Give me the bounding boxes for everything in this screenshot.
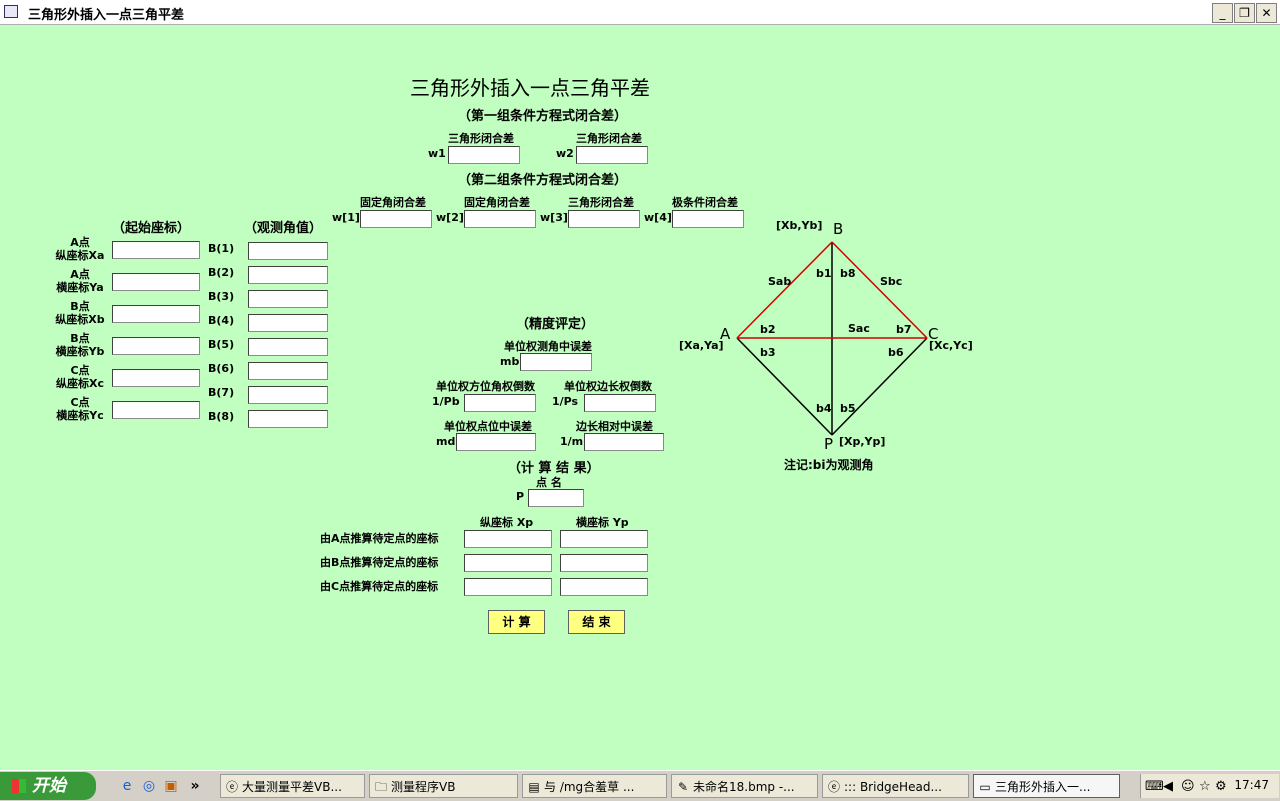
xc-yc-label: [Xc,Yc] <box>929 339 973 352</box>
xp-yp-label: [Xp,Yp] <box>839 435 885 448</box>
b8-label: b8 <box>840 267 856 280</box>
browser-icon[interactable]: ◎ <box>140 777 158 795</box>
ie-icon: ⓔ <box>225 780 238 794</box>
sab-label: Sab <box>768 275 791 288</box>
paint-icon: ✎ <box>677 780 689 794</box>
star-icon[interactable]: ☆ <box>1199 779 1211 794</box>
b1-label: b1 <box>816 267 832 280</box>
xb-yb-label: [Xb,Yb] <box>776 219 822 232</box>
line-c-p <box>831 337 928 436</box>
chat-icon: ▤ <box>528 780 540 794</box>
b6-label: b6 <box>888 346 904 359</box>
app-icon[interactable]: ▣ <box>162 777 180 795</box>
clock: 17:47 <box>1234 778 1269 792</box>
users-icon[interactable]: ☺ <box>1181 779 1195 794</box>
line-a-p <box>736 337 833 436</box>
triangle-diagram: A B C P [Xa,Ya] [Xb,Yb] [Xc,Yc] [Xp,Yp] … <box>679 219 973 472</box>
b4-label: b4 <box>816 402 832 415</box>
b3-label: b3 <box>760 346 776 359</box>
ie-icon: ⓔ <box>827 780 840 794</box>
point-b-label: B <box>833 220 843 238</box>
task-item[interactable]: 🗀 测量程序VB <box>369 774 518 798</box>
b7-label: b7 <box>896 323 912 336</box>
task-item[interactable]: ✎ 未命名18.bmp -... <box>671 774 818 798</box>
b5-label: b5 <box>840 402 856 415</box>
start-button[interactable]: 开始 <box>0 772 96 800</box>
task-item-active[interactable]: ▭ 三角形外插入一... <box>973 774 1120 798</box>
window-icon: ▭ <box>979 780 991 794</box>
sbc-label: Sbc <box>880 275 902 288</box>
taskbar: 开始 e ◎ ▣ » ⓔ 大量测量平差VB... 🗀 测量程序VB ▤ 与 /mg合羞… <box>0 770 1280 801</box>
xa-ya-label: [Xa,Ya] <box>679 339 724 352</box>
task-item[interactable]: ▤ 与 /mg合羞草 ... <box>522 774 667 798</box>
system-tray: ⌨ ◀ ☺ ☆ ⚙ 17:47 <box>1140 774 1279 798</box>
ie-icon[interactable]: e <box>118 777 136 795</box>
line-a-b <box>736 241 833 339</box>
diagram-note: 注记:bi为观测角 <box>784 457 874 472</box>
task-item[interactable]: ⓔ 大量测量平差VB... <box>220 774 365 798</box>
settings-icon[interactable]: ⚙ <box>1215 779 1227 794</box>
line-b-c <box>831 241 928 339</box>
b2-label: b2 <box>760 323 776 336</box>
keyboard-icon[interactable]: ⌨ <box>1145 779 1164 794</box>
point-p-label: P <box>824 435 833 453</box>
sac-label: Sac <box>848 322 870 335</box>
quicklaunch-more[interactable]: » <box>186 777 204 795</box>
windows-flag-icon <box>12 779 26 793</box>
tray-collapse-icon[interactable]: ◀ <box>1163 779 1173 794</box>
task-item[interactable]: ⓔ::: BridgeHead... <box>822 774 969 798</box>
folder-icon: 🗀 <box>374 780 387 794</box>
